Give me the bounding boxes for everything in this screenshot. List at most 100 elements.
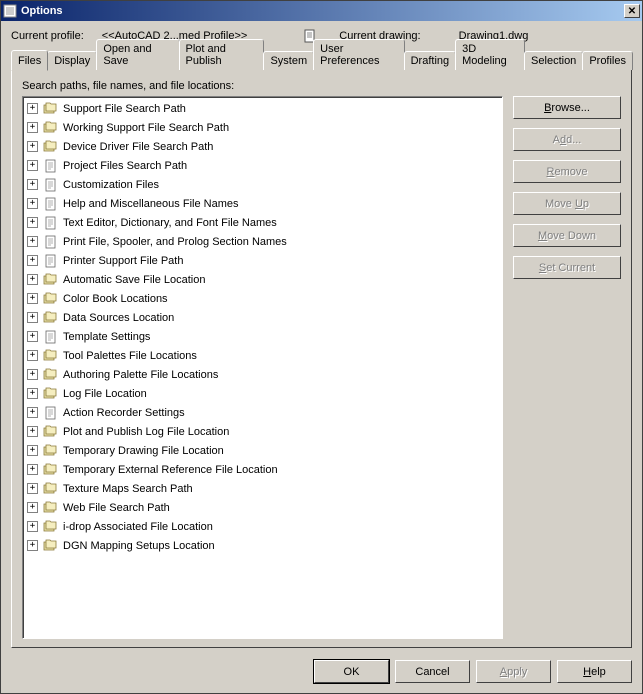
- expand-icon[interactable]: +: [27, 331, 38, 342]
- tab-3d-modeling[interactable]: 3D Modeling: [455, 39, 525, 70]
- expand-icon[interactable]: +: [27, 198, 38, 209]
- tree-view[interactable]: + Support File Search Path +Working Suppor…: [22, 96, 503, 639]
- tab-drafting[interactable]: Drafting: [404, 51, 457, 70]
- expand-icon[interactable]: +: [27, 426, 38, 437]
- tree-item[interactable]: + Temporary Drawing File Location: [27, 441, 498, 460]
- tree-item[interactable]: + Plot and Publish Log File Location: [27, 422, 498, 441]
- tree-item-label: Tool Palettes File Locations: [63, 350, 197, 362]
- tree-item[interactable]: +Working Support File Search Path: [27, 118, 498, 137]
- add-button[interactable]: Add...: [513, 128, 621, 151]
- expand-icon[interactable]: +: [27, 179, 38, 190]
- tree-item[interactable]: +Text Editor, Dictionary, and Font File …: [27, 213, 498, 232]
- folder-stack-icon: [43, 387, 59, 401]
- tree-item[interactable]: +Automatic Save File Location: [27, 270, 498, 289]
- tree-item-label: Help and Miscellaneous File Names: [63, 198, 238, 210]
- tree-item[interactable]: + Texture Maps Search Path: [27, 479, 498, 498]
- file-icon: [43, 216, 59, 230]
- expand-icon[interactable]: +: [27, 122, 38, 133]
- app-icon: [3, 4, 17, 18]
- tree-item-label: Color Book Locations: [63, 293, 168, 305]
- tab-plot-and-publish[interactable]: Plot and Publish: [179, 39, 265, 70]
- titlebar: Options ✕: [1, 1, 642, 21]
- tree-item[interactable]: +DGN Mapping Setups Location: [27, 536, 498, 555]
- tree-item[interactable]: +Printer Support File Path: [27, 251, 498, 270]
- current-profile-label: Current profile:: [11, 30, 84, 42]
- apply-button[interactable]: Apply: [476, 660, 551, 683]
- move-down-button[interactable]: Move Down: [513, 224, 621, 247]
- expand-icon[interactable]: +: [27, 407, 38, 418]
- tree-item-label: Texture Maps Search Path: [63, 483, 193, 495]
- tree-item[interactable]: +Temporary External Reference File Locat…: [27, 460, 498, 479]
- set-current-button[interactable]: Set Current: [513, 256, 621, 279]
- tree-item[interactable]: +Web File Search Path: [27, 498, 498, 517]
- file-icon: [43, 235, 59, 249]
- tab-profiles[interactable]: Profiles: [582, 51, 633, 70]
- side-buttons: Browse... Add... Remove Move Up Move Dow…: [513, 96, 621, 639]
- tree-item[interactable]: + Support File Search Path: [27, 99, 498, 118]
- expand-icon[interactable]: +: [27, 483, 38, 494]
- ok-button[interactable]: OK: [314, 660, 389, 683]
- tree-item-label: Action Recorder Settings: [63, 407, 185, 419]
- expand-icon[interactable]: +: [27, 103, 38, 114]
- expand-icon[interactable]: +: [27, 217, 38, 228]
- tab-files[interactable]: Files: [11, 50, 48, 71]
- expand-icon[interactable]: +: [27, 445, 38, 456]
- tree-item[interactable]: + Action Recorder Settings: [27, 403, 498, 422]
- tree-item[interactable]: + Help and Miscellaneous File Names: [27, 194, 498, 213]
- tree-item[interactable]: +i-drop Associated File Location: [27, 517, 498, 536]
- folder-stack-icon: [43, 349, 59, 363]
- tree-item[interactable]: +Device Driver File Search Path: [27, 137, 498, 156]
- options-window: Options ✕ Current profile: <<AutoCAD 2..…: [0, 0, 643, 694]
- tree-item[interactable]: + Project Files Search Path: [27, 156, 498, 175]
- tree-item-label: Support File Search Path: [63, 103, 186, 115]
- expand-icon[interactable]: +: [27, 540, 38, 551]
- help-button[interactable]: Help: [557, 660, 632, 683]
- tab-user-preferences[interactable]: User Preferences: [313, 39, 404, 70]
- tree-item[interactable]: + Template Settings: [27, 327, 498, 346]
- expand-icon[interactable]: +: [27, 464, 38, 475]
- close-button[interactable]: ✕: [624, 4, 640, 18]
- tree-item-label: Print File, Spooler, and Prolog Section …: [63, 236, 287, 248]
- remove-button[interactable]: Remove: [513, 160, 621, 183]
- tree-item[interactable]: +Data Sources Location: [27, 308, 498, 327]
- expand-icon[interactable]: +: [27, 502, 38, 513]
- file-icon: [43, 197, 59, 211]
- tree-item-label: Plot and Publish Log File Location: [63, 426, 229, 438]
- tree-item[interactable]: +Authoring Palette File Locations: [27, 365, 498, 384]
- browse-button[interactable]: Browse...: [513, 96, 621, 119]
- folder-stack-icon: [43, 539, 59, 553]
- tree-item[interactable]: + Print File, Spooler, and Prolog Section…: [27, 232, 498, 251]
- expand-icon[interactable]: +: [27, 236, 38, 247]
- file-icon: [43, 178, 59, 192]
- expand-icon[interactable]: +: [27, 141, 38, 152]
- tree-item[interactable]: + Customization Files: [27, 175, 498, 194]
- expand-icon[interactable]: +: [27, 160, 38, 171]
- tab-panel-files: Search paths, file names, and file locat…: [11, 69, 632, 648]
- expand-icon[interactable]: +: [27, 255, 38, 266]
- tree-item-label: Template Settings: [63, 331, 150, 343]
- move-up-button[interactable]: Move Up: [513, 192, 621, 215]
- tab-system[interactable]: System: [263, 51, 314, 70]
- panel-body: + Support File Search Path +Working Suppor…: [22, 96, 621, 639]
- expand-icon[interactable]: +: [27, 312, 38, 323]
- expand-icon[interactable]: +: [27, 274, 38, 285]
- tab-strip: FilesDisplayOpen and SavePlot and Publis…: [11, 49, 632, 70]
- tab-display[interactable]: Display: [47, 51, 97, 70]
- expand-icon[interactable]: +: [27, 369, 38, 380]
- tab-selection[interactable]: Selection: [524, 51, 583, 70]
- expand-icon[interactable]: +: [27, 293, 38, 304]
- cancel-button[interactable]: Cancel: [395, 660, 470, 683]
- tree-item[interactable]: + Color Book Locations: [27, 289, 498, 308]
- expand-icon[interactable]: +: [27, 350, 38, 361]
- expand-icon[interactable]: +: [27, 388, 38, 399]
- folder-stack-icon: [43, 425, 59, 439]
- tree-item[interactable]: + Log File Location: [27, 384, 498, 403]
- expand-icon[interactable]: +: [27, 521, 38, 532]
- tree-item[interactable]: + Tool Palettes File Locations: [27, 346, 498, 365]
- window-title: Options: [21, 5, 624, 17]
- tab-open-and-save[interactable]: Open and Save: [96, 39, 179, 70]
- tree-item-label: Project Files Search Path: [63, 160, 187, 172]
- tree-item-label: Temporary Drawing File Location: [63, 445, 224, 457]
- tree-item-label: Customization Files: [63, 179, 159, 191]
- tree-item-label: Log File Location: [63, 388, 147, 400]
